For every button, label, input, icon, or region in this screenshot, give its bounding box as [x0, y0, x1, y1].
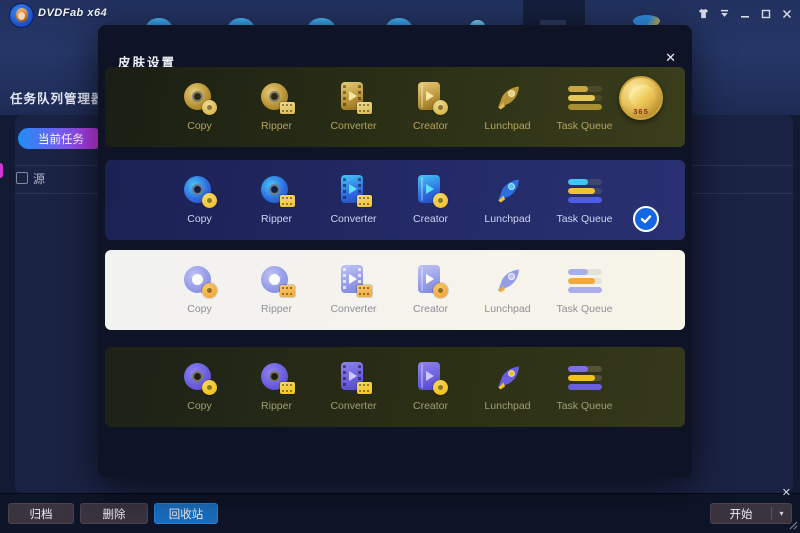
titlebar: DVDFab x64 — [0, 0, 800, 27]
icon-label: Converter — [330, 120, 376, 132]
app-window: DVDFab x64 任务队列管理器 — [0, 0, 800, 533]
creator-icon — [413, 361, 449, 395]
launchpad-icon — [490, 81, 526, 115]
page-title: 任务队列管理器 — [10, 88, 105, 107]
sidebar-selection-indicator — [0, 163, 3, 178]
minimize-icon[interactable] — [738, 7, 752, 21]
copy-icon — [182, 174, 218, 208]
source-column-header: 源 — [33, 170, 45, 187]
task-queue-icon — [567, 361, 603, 395]
icon-label: Ripper — [261, 303, 292, 315]
converter-icon — [336, 174, 372, 208]
icon-label: Ripper — [261, 400, 292, 412]
skin-option-gold-dark[interactable]: Copy Ripper Converter Creator Lunchpad T… — [105, 67, 685, 147]
delete-button[interactable]: 删除 — [80, 503, 148, 524]
icon-label: Creator — [413, 213, 448, 225]
icon-label: Lunchpad — [484, 400, 530, 412]
launchpad-icon — [490, 361, 526, 395]
icon-label: Converter — [330, 213, 376, 225]
dialog-close-icon[interactable]: ✕ — [665, 50, 676, 66]
skin-option-light[interactable]: Copy Ripper Converter Creator Lunchpad T… — [105, 250, 685, 330]
icon-label: Copy — [187, 303, 212, 315]
menu-dropdown-icon[interactable] — [717, 7, 731, 21]
copy-icon — [182, 264, 218, 298]
icon-label: Lunchpad — [484, 303, 530, 315]
skin-option-olive-dark[interactable]: Copy Ripper Converter Creator Lunchpad T… — [105, 347, 685, 427]
task-queue-icon — [567, 174, 603, 208]
icon-label: Creator — [413, 303, 448, 315]
select-all-checkbox[interactable] — [16, 172, 28, 184]
ripper-icon — [259, 361, 295, 395]
icon-label: Task Queue — [556, 400, 612, 412]
recycle-bin-button[interactable]: 回收站 — [154, 503, 218, 524]
creator-icon — [413, 81, 449, 115]
icon-label: Copy — [187, 120, 212, 132]
icon-label: Converter — [330, 303, 376, 315]
icon-label: Ripper — [261, 213, 292, 225]
start-button[interactable]: 开始 ▾ — [710, 503, 792, 524]
icon-label: Task Queue — [556, 303, 612, 315]
icon-label: Copy — [187, 400, 212, 412]
converter-icon — [336, 361, 372, 395]
icon-label: Creator — [413, 400, 448, 412]
start-dropdown-caret-icon[interactable]: ▾ — [772, 509, 791, 518]
ripper-icon — [259, 174, 295, 208]
365-badge-label: 365 — [621, 107, 661, 116]
archive-button[interactable]: 归档 — [8, 503, 74, 524]
icon-label: Ripper — [261, 120, 292, 132]
tab-current-tasks[interactable]: 当前任务 — [18, 128, 104, 149]
launchpad-icon — [490, 264, 526, 298]
task-queue-icon — [567, 264, 603, 298]
creator-icon — [413, 174, 449, 208]
app-title: DVDFab x64 — [38, 7, 107, 19]
converter-icon — [336, 264, 372, 298]
window-controls — [696, 0, 794, 27]
launchpad-icon — [490, 174, 526, 208]
skin-icon[interactable] — [696, 7, 710, 21]
resize-grip[interactable] — [789, 521, 798, 530]
dvdfab-logo — [9, 3, 34, 28]
skin-settings-dialog: 皮肤设置 ✕ Copy Ripper Converter Creator Lun… — [98, 25, 692, 477]
task-queue-icon — [567, 81, 603, 115]
creator-icon — [413, 264, 449, 298]
icon-label: Creator — [413, 120, 448, 132]
converter-icon — [336, 81, 372, 115]
skin-option-blue-dark[interactable]: Copy Ripper Converter Creator Lunchpad T… — [105, 160, 685, 240]
maximize-icon[interactable] — [759, 7, 773, 21]
icon-label: Lunchpad — [484, 213, 530, 225]
icon-label: Copy — [187, 213, 212, 225]
notification-close-icon[interactable]: ✕ — [782, 486, 791, 499]
icon-label: Converter — [330, 400, 376, 412]
copy-icon — [182, 361, 218, 395]
start-button-label: 开始 — [711, 506, 771, 522]
icon-label: Lunchpad — [484, 120, 530, 132]
copy-icon — [182, 81, 218, 115]
footer-bar: 归档 删除 回收站 开始 ▾ — [0, 493, 800, 533]
365-badge-icon: 365 — [619, 76, 663, 120]
ripper-icon — [259, 81, 295, 115]
ripper-icon — [259, 264, 295, 298]
icon-label: Task Queue — [556, 120, 612, 132]
icon-label: Task Queue — [556, 213, 612, 225]
close-icon[interactable] — [780, 7, 794, 21]
selected-check-icon — [633, 206, 659, 232]
